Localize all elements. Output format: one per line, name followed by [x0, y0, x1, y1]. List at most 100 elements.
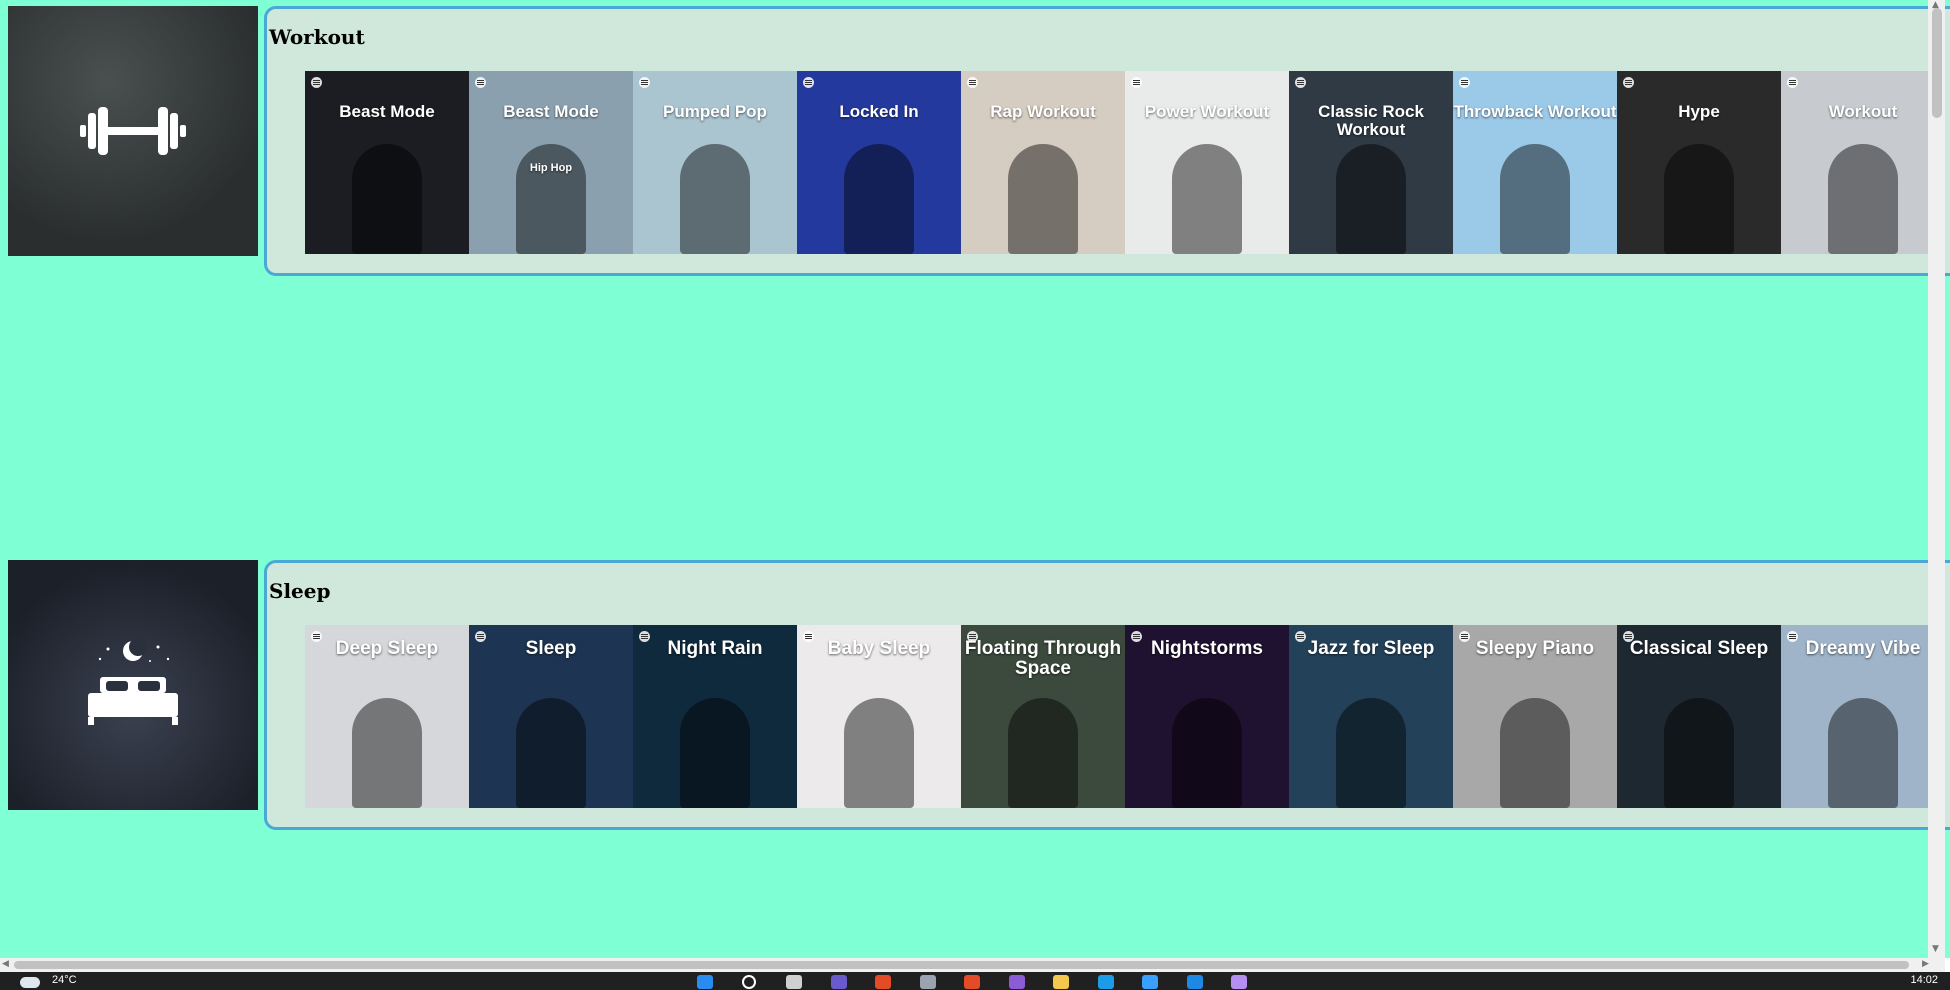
playlist-title: Dreamy Vibe — [1805, 638, 1921, 659]
playlist-tile[interactable]: Classical Sleep — [1617, 625, 1781, 808]
spotify-logo-icon — [967, 77, 978, 88]
notepad-icon[interactable] — [1142, 975, 1158, 989]
temperature-label: 24°C — [52, 974, 77, 986]
cover-art-figure — [1008, 144, 1078, 254]
cover-art-figure — [1172, 698, 1242, 808]
spotify-logo-icon — [1131, 77, 1142, 88]
playlist-tile[interactable]: Classic Rock Workout — [1289, 71, 1453, 254]
playlist-tile[interactable]: Hype — [1617, 71, 1781, 254]
cover-art-figure — [1336, 698, 1406, 808]
taskbar: 24°C 14:02 — [0, 972, 1950, 990]
spotify-logo-icon — [1787, 77, 1798, 88]
playlist-title: Classical Sleep — [1629, 638, 1769, 659]
sleep-thumbnail[interactable] — [8, 560, 258, 810]
playlist-title: Pumped Pop — [663, 102, 767, 121]
sleep-card: Sleep Deep Sleep Sleep Night Rain Baby S… — [264, 560, 1950, 830]
playlist-tile[interactable]: Night Rain — [633, 625, 797, 808]
vscode-icon[interactable] — [1186, 975, 1203, 989]
visual-studio-icon[interactable] — [1008, 975, 1025, 989]
edge-icon[interactable] — [1097, 975, 1114, 989]
scroll-right-arrow-icon[interactable]: ▶ — [1922, 959, 1929, 969]
playlist-title: Sleepy Piano — [1475, 638, 1595, 659]
search-icon[interactable] — [741, 975, 756, 989]
cover-art-figure — [1828, 144, 1898, 254]
vertical-scroll-thumb[interactable] — [1932, 8, 1942, 118]
cover-art-figure — [844, 144, 914, 254]
playlist-tile[interactable]: Dreamy Vibe — [1781, 625, 1945, 808]
spotify-logo-icon — [1623, 77, 1634, 88]
settings-icon[interactable] — [919, 975, 936, 989]
github-icon[interactable] — [1231, 975, 1247, 989]
playlist-tile[interactable]: Power Workout — [1125, 71, 1289, 254]
sleep-playlist-row: Deep Sleep Sleep Night Rain Baby Sleep F… — [305, 625, 1950, 808]
playlist-subtitle: Hip Hop — [529, 162, 573, 174]
playlist-tile[interactable]: Baby Sleep — [797, 625, 961, 808]
playlist-tile[interactable]: Deep Sleep — [305, 625, 469, 808]
cover-art-figure — [680, 144, 750, 254]
playlist-title: Nightstorms — [1151, 638, 1263, 659]
cover-art-figure — [1008, 698, 1078, 808]
workout-card: Workout Beast Mode Beast Mode Hip Hop Pum… — [264, 6, 1950, 276]
cover-art-figure — [844, 698, 914, 808]
workout-playlist-row: Beast Mode Beast Mode Hip Hop Pumped Pop … — [305, 71, 1950, 254]
playlist-tile[interactable]: Jazz for Sleep — [1289, 625, 1453, 808]
playlist-tile[interactable]: Rap Workout — [961, 71, 1125, 254]
cover-art-figure — [1664, 144, 1734, 254]
playlist-title: Beast Mode — [339, 102, 435, 121]
playlist-title: Locked In — [839, 102, 919, 121]
playlist-tile[interactable]: Nightstorms — [1125, 625, 1289, 808]
section-title: Workout — [269, 25, 365, 49]
playlist-title: Classic Rock Workout — [1318, 102, 1424, 139]
playlist-tile[interactable]: Beast Mode Hip Hop — [469, 71, 633, 254]
clock[interactable]: 14:02 — [1910, 974, 1938, 986]
cover-art-figure — [516, 698, 586, 808]
cover-art-figure — [352, 144, 422, 254]
chrome-icon[interactable] — [875, 975, 891, 989]
playlist-title: Throwback Workout — [1453, 102, 1617, 121]
bed-icon — [88, 638, 178, 725]
page-viewport: Workout Beast Mode Beast Mode Hip Hop Pum… — [0, 0, 1950, 958]
scroll-left-arrow-icon[interactable]: ◀ — [2, 959, 9, 969]
playlist-title: Workout — [1828, 102, 1898, 121]
start-icon[interactable] — [697, 975, 713, 989]
horizontal-scrollbar[interactable]: ◀ ▶ — [0, 958, 1945, 972]
vertical-scrollbar[interactable]: ▲ ▼ — [1928, 0, 1945, 958]
playlist-tile[interactable]: Workout — [1781, 71, 1945, 254]
scroll-down-arrow-icon[interactable]: ▼ — [1932, 944, 1939, 954]
cover-art-figure — [1336, 144, 1406, 254]
cover-art-figure — [352, 698, 422, 808]
file-explorer-icon[interactable] — [1053, 975, 1069, 989]
spotify-logo-icon — [639, 77, 650, 88]
playlist-title: Deep Sleep — [335, 638, 439, 659]
sleep-section: Sleep Deep Sleep Sleep Night Rain Baby S… — [8, 560, 1950, 830]
task-view-icon[interactable] — [786, 975, 802, 989]
playlist-title: Beast Mode — [503, 102, 599, 121]
section-title: Sleep — [269, 579, 331, 603]
cover-art-figure — [1172, 144, 1242, 254]
playlist-tile[interactable]: Throwback Workout — [1453, 71, 1617, 254]
spotify-logo-icon — [803, 77, 814, 88]
cover-art-figure — [1664, 698, 1734, 808]
spotify-logo-icon — [1295, 77, 1306, 88]
cover-art-figure — [1828, 698, 1898, 808]
playlist-tile[interactable]: Sleepy Piano — [1453, 625, 1617, 808]
playlist-tile[interactable]: Sleep — [469, 625, 633, 808]
workout-section: Workout Beast Mode Beast Mode Hip Hop Pum… — [8, 6, 1950, 276]
playlist-title: Sleep — [525, 638, 577, 659]
workout-thumbnail[interactable] — [8, 6, 258, 256]
cover-art-figure — [1500, 698, 1570, 808]
spotify-logo-icon — [1459, 77, 1470, 88]
playlist-tile[interactable]: Beast Mode — [305, 71, 469, 254]
playlist-title: Power Workout — [1144, 102, 1270, 121]
chrome-icon[interactable] — [964, 975, 980, 989]
horizontal-scroll-thumb[interactable] — [14, 961, 1909, 969]
playlist-tile[interactable]: Locked In — [797, 71, 961, 254]
cover-art-figure — [1500, 144, 1570, 254]
cloud-icon — [20, 977, 40, 988]
playlist-title: Night Rain — [667, 638, 763, 659]
cover-art-figure — [680, 698, 750, 808]
playlist-tile[interactable]: Pumped Pop — [633, 71, 797, 254]
playlist-tile[interactable]: Floating Through Space — [961, 625, 1125, 808]
teams-icon[interactable] — [830, 975, 847, 989]
playlist-title: Floating Through Space — [964, 638, 1122, 679]
